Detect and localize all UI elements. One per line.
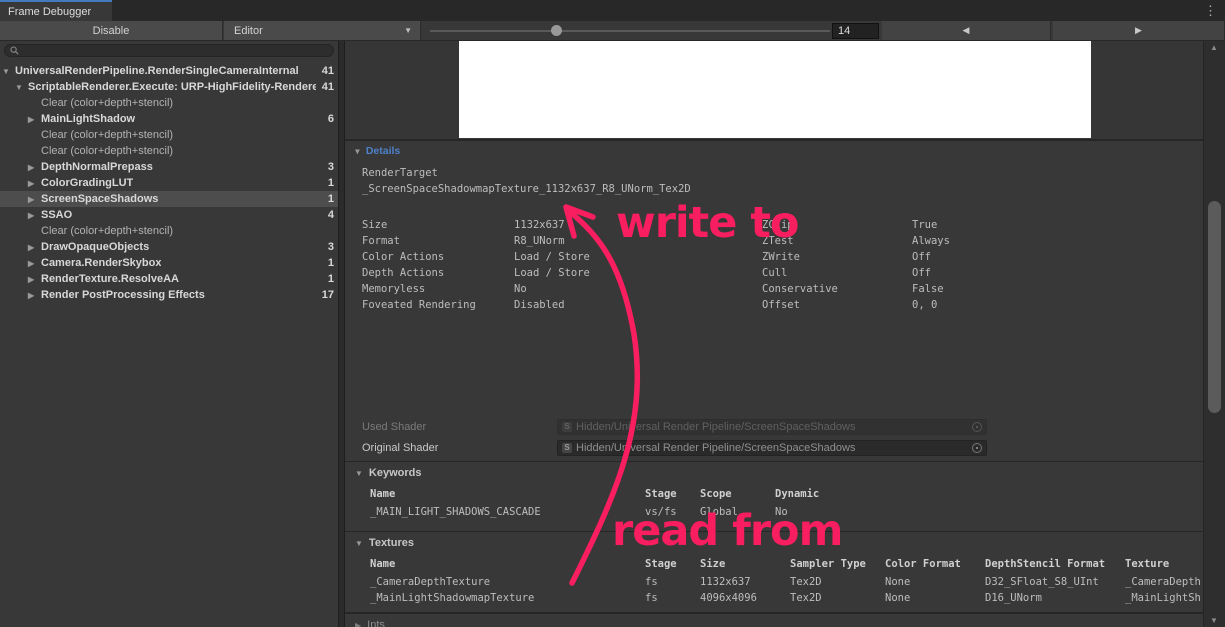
separator xyxy=(345,139,1203,141)
details-foldout[interactable]: ▼Details xyxy=(355,145,400,157)
texture-row[interactable]: _CameraDepthTexture fs1132x637Tex2DNoneD… xyxy=(345,574,1203,590)
frame-slider-track[interactable] xyxy=(430,30,830,32)
foldout-icon[interactable]: ▶ xyxy=(28,179,41,188)
keywords-table: NameStageScopeDynamic _MAIN_LIGHT_SHADOW… xyxy=(345,486,1203,520)
tab-frame-debugger[interactable]: Frame Debugger xyxy=(0,0,112,21)
shader-icon: S xyxy=(562,443,572,453)
foldout-icon[interactable]: ▶ xyxy=(28,163,41,172)
frame-slider[interactable] xyxy=(430,21,830,40)
tree-item[interactable]: ▶MainLightShadow6 xyxy=(0,111,338,127)
tree-item[interactable]: ▶Camera.RenderSkybox1 xyxy=(0,255,338,271)
frame-debugger-window: Frame Debugger ⋮ Disable Editor ▼ 14 ◀ ▶ xyxy=(0,0,1225,627)
foldout-open-icon: ▼ xyxy=(355,539,363,548)
event-tree-panel: ▼UniversalRenderPipeline.RenderSingleCam… xyxy=(0,41,338,627)
foldout-icon[interactable]: ▶ xyxy=(28,259,41,268)
disable-button[interactable]: Disable xyxy=(0,21,223,40)
scroll-up-icon[interactable]: ▲ xyxy=(1204,43,1224,52)
keywords-foldout[interactable]: ▼Keywords xyxy=(355,467,422,479)
scrollbar-thumb[interactable] xyxy=(1208,201,1221,413)
tree-item[interactable]: Clear (color+depth+stencil) xyxy=(0,143,338,159)
vertical-scrollbar[interactable]: ▲ ▼ xyxy=(1203,41,1225,627)
frame-number-field[interactable]: 14 xyxy=(832,23,879,39)
title-bar: Frame Debugger ⋮ xyxy=(0,0,1225,21)
separator xyxy=(345,461,1203,462)
used-shader-label: Used Shader xyxy=(362,419,540,436)
tree-item[interactable]: Clear (color+depth+stencil) xyxy=(0,223,338,239)
foldout-icon[interactable]: ▼ xyxy=(15,83,28,92)
next-event-button[interactable]: ▶ xyxy=(1053,21,1225,40)
details-props-left: Size1132x637 FormatR8_UNorm Color Action… xyxy=(362,217,590,313)
textures-table: NameStageSizeSampler TypeColor FormatDep… xyxy=(345,556,1203,606)
tree-item[interactable]: ▶SSAO4 xyxy=(0,207,338,223)
chevron-down-icon: ▼ xyxy=(404,26,412,35)
render-target-label: RenderTarget xyxy=(362,167,438,179)
original-shader-row: Original Shader S Hidden/Universal Rende… xyxy=(362,440,1192,457)
foldout-icon[interactable]: ▶ xyxy=(28,195,41,204)
tree-item[interactable]: ▼ScriptableRenderer.Execute: URP-HighFid… xyxy=(0,79,338,95)
tree-item[interactable]: Clear (color+depth+stencil) xyxy=(0,95,338,111)
details-props-right: ZClipTrue ZTestAlways ZWriteOff CullOff … xyxy=(762,217,950,313)
original-shader-label: Original Shader xyxy=(362,440,540,457)
foldout-icon[interactable]: ▼ xyxy=(2,67,15,76)
ints-foldout[interactable]: ▶Ints xyxy=(355,619,385,627)
keyword-row[interactable]: _MAIN_LIGHT_SHADOWS_CASCADEvs/fsGlobalNo xyxy=(345,504,1203,520)
original-shader-field[interactable]: S Hidden/Universal Render Pipeline/Scree… xyxy=(557,440,987,456)
tree-item[interactable]: ▼UniversalRenderPipeline.RenderSingleCam… xyxy=(0,63,338,79)
panel-divider[interactable] xyxy=(338,41,345,627)
tree-item-selected[interactable]: ▶ScreenSpaceShadows1 xyxy=(0,191,338,207)
textures-foldout[interactable]: ▼Textures xyxy=(355,537,414,549)
arrow-right-icon: ▶ xyxy=(1135,25,1142,36)
foldout-icon[interactable]: ▶ xyxy=(28,275,41,284)
frame-slider-handle[interactable] xyxy=(551,25,562,36)
search-icon xyxy=(10,46,19,55)
tree-item[interactable]: ▶DrawOpaqueObjects3 xyxy=(0,239,338,255)
render-target-name: _ScreenSpaceShadowmapTexture_1132x637_R8… xyxy=(362,183,691,195)
arrow-left-icon: ◀ xyxy=(963,25,970,36)
tree-item[interactable]: ▶ColorGradingLUT1 xyxy=(0,175,338,191)
prev-event-button[interactable]: ◀ xyxy=(882,21,1051,40)
textures-header-row: NameStageSizeSampler TypeColor FormatDep… xyxy=(345,556,1203,572)
separator xyxy=(345,531,1203,532)
foldout-icon[interactable]: ▶ xyxy=(28,291,41,300)
foldout-icon[interactable]: ▶ xyxy=(28,243,41,252)
scroll-down-icon[interactable]: ▼ xyxy=(1204,616,1224,625)
render-target-preview-area xyxy=(345,41,1203,139)
foldout-open-icon: ▼ xyxy=(355,469,363,478)
shader-icon: S xyxy=(562,422,572,432)
used-shader-field[interactable]: S Hidden/Universal Render Pipeline/Scree… xyxy=(557,419,987,435)
target-dropdown[interactable]: Editor ▼ xyxy=(224,21,421,40)
render-target-preview xyxy=(459,41,1091,138)
object-picker-icon[interactable] xyxy=(972,443,982,453)
object-picker-icon[interactable] xyxy=(972,422,982,432)
window-menu-icon[interactable]: ⋮ xyxy=(1204,2,1217,19)
tree-item[interactable]: ▶RenderTexture.ResolveAA1 xyxy=(0,271,338,287)
tree-item[interactable]: ▶DepthNormalPrepass3 xyxy=(0,159,338,175)
toolbar: Disable Editor ▼ 14 ◀ ▶ xyxy=(0,21,1225,41)
used-shader-row: Used Shader S Hidden/Universal Render Pi… xyxy=(362,419,1192,436)
window-title: Frame Debugger xyxy=(8,6,91,18)
tree-item[interactable]: ▶Render PostProcessing Effects17 xyxy=(0,287,338,303)
foldout-open-icon: ▼ xyxy=(355,147,360,156)
event-tree: ▼UniversalRenderPipeline.RenderSingleCam… xyxy=(0,63,338,303)
foldout-icon[interactable]: ▶ xyxy=(28,115,41,124)
keywords-header-row: NameStageScopeDynamic xyxy=(345,486,1203,502)
tree-item[interactable]: Clear (color+depth+stencil) xyxy=(0,127,338,143)
texture-row[interactable]: _MainLightShadowmapTexture fs4096x4096Te… xyxy=(345,590,1203,606)
separator xyxy=(345,612,1203,614)
foldout-icon[interactable]: ▶ xyxy=(28,211,41,220)
event-details-panel: ▼Details RenderTarget _ScreenSpaceShadow… xyxy=(345,41,1203,627)
search-input[interactable] xyxy=(4,44,334,57)
foldout-closed-icon: ▶ xyxy=(355,621,361,627)
